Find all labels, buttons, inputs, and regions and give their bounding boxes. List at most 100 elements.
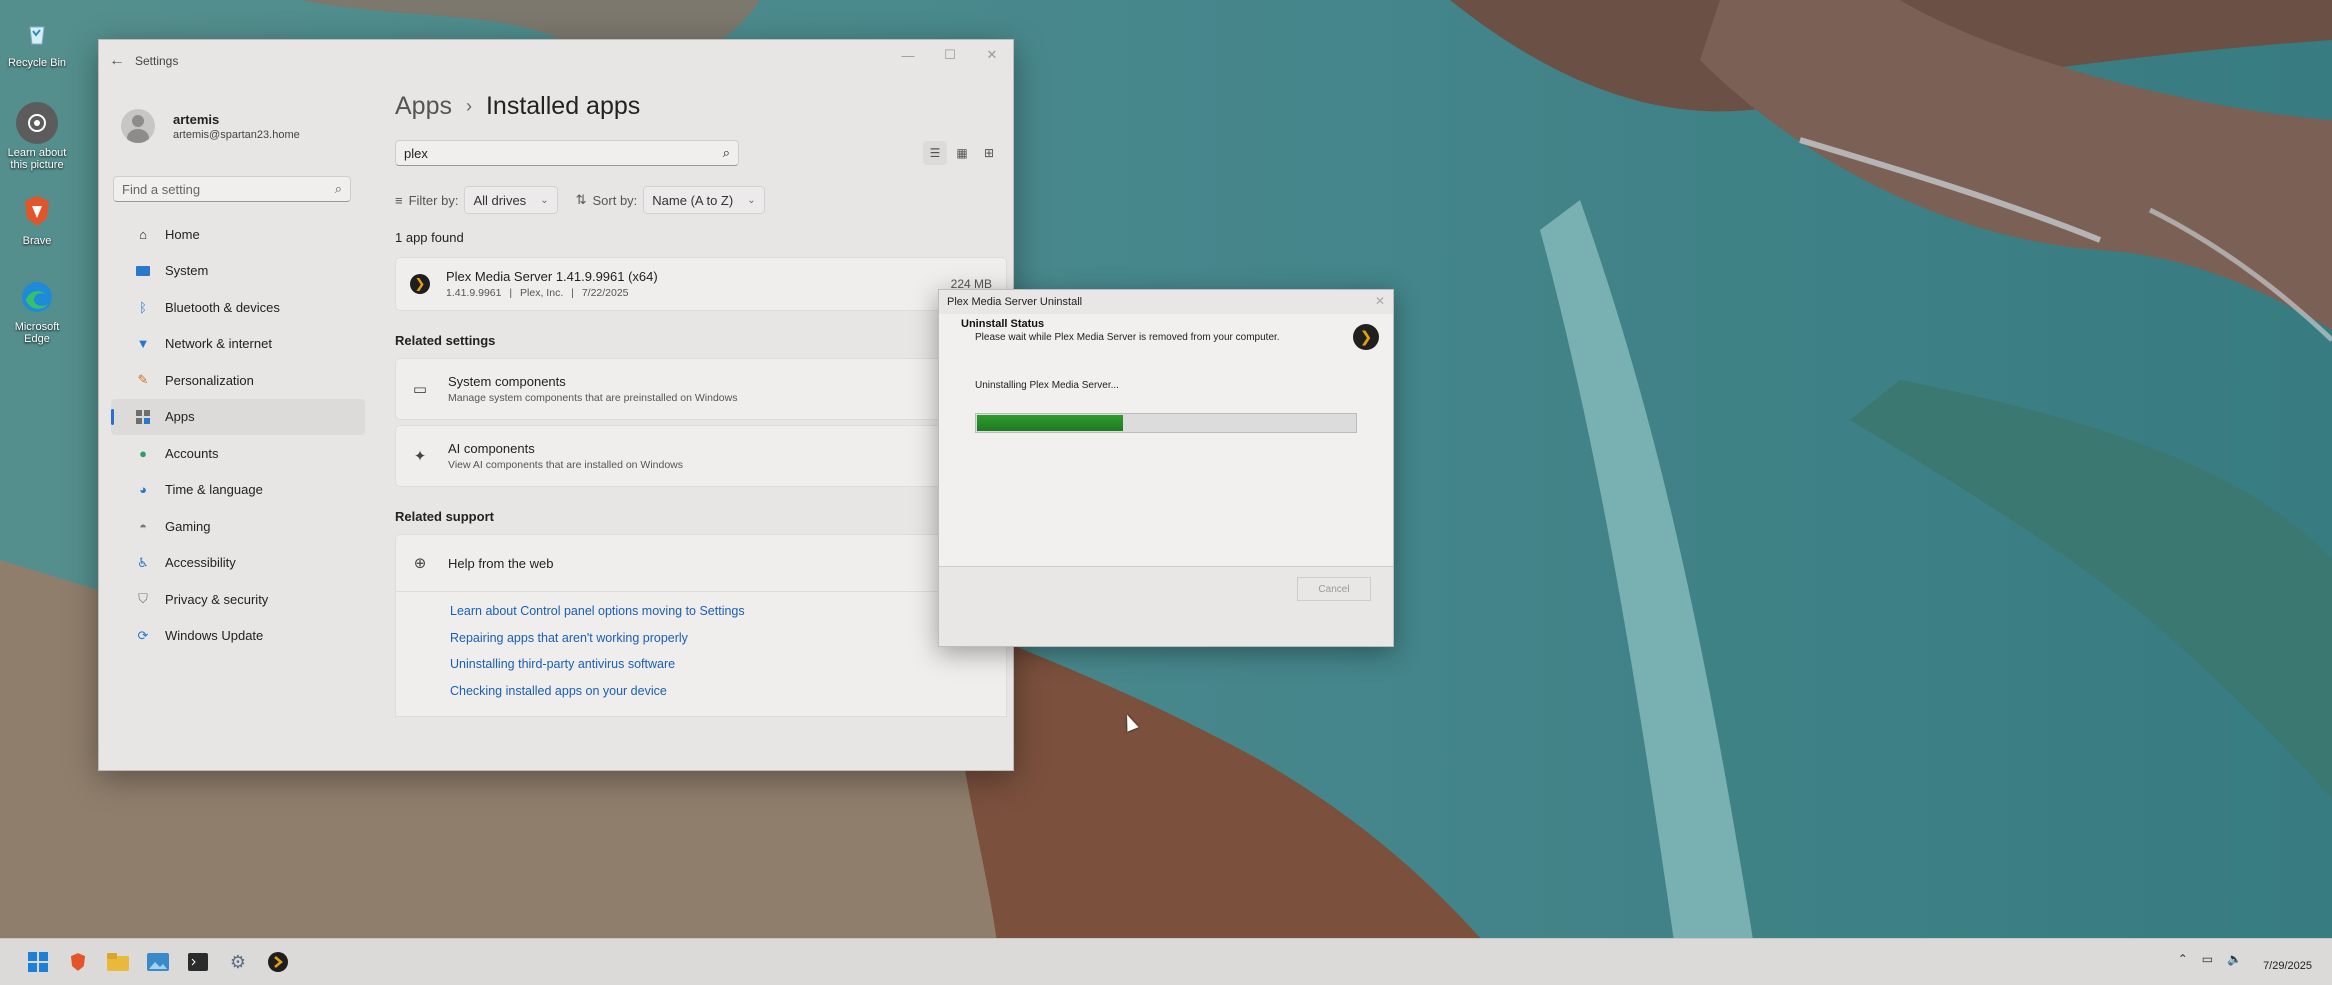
help-link[interactable]: Checking installed apps on your device <box>450 680 1006 707</box>
app-search-value: plex <box>404 145 428 161</box>
desktop-icon-learn-about-picture[interactable]: Learn about this picture <box>6 102 68 171</box>
desktop-icon-label: Brave <box>22 235 52 247</box>
globe-icon: ⊕ <box>413 555 427 572</box>
cancel-button[interactable]: Cancel <box>1297 577 1371 601</box>
dialog-close-icon[interactable]: ✕ <box>1375 294 1385 308</box>
accounts-icon: ● <box>139 445 147 461</box>
settings-gear-icon[interactable]: ⚙ <box>218 947 258 977</box>
filter-dropdown[interactable]: All drives ⌄ <box>464 186 558 214</box>
breadcrumb-parent[interactable]: Apps <box>395 92 452 121</box>
sidebar-item-accessibility[interactable]: ♿ Accessibility <box>111 545 365 582</box>
uninstall-status-text: Uninstalling Plex Media Server... <box>975 380 1119 391</box>
sidebar-item-label: Apps <box>165 409 195 425</box>
sidebar-item-label: Network & internet <box>165 336 272 352</box>
ai-components-link[interactable]: ✦ AI components View AI components that … <box>395 425 1007 487</box>
tile-view-icon[interactable]: ▦ <box>950 141 974 165</box>
help-link[interactable]: Learn about Control panel options moving… <box>450 600 1006 627</box>
start-icon[interactable] <box>18 947 58 977</box>
related-settings-heading: Related settings <box>395 333 496 348</box>
globe-clock-icon: ◕ <box>139 482 147 498</box>
plex-logo-icon: ❯ <box>1353 324 1379 350</box>
wifi-icon: ▼ <box>136 336 150 352</box>
dialog-heading: Uninstall Status <box>961 318 1045 330</box>
dialog-footer: Cancel <box>939 566 1393 609</box>
help-link[interactable]: Repairing apps that aren't working prope… <box>450 627 1006 654</box>
sidebar-item-network[interactable]: ▼ Network & internet <box>111 326 365 363</box>
window-title: Settings <box>135 54 179 68</box>
sidebar-item-label: System <box>165 263 209 279</box>
dialog-header: Uninstall Status Please wait while Plex … <box>939 314 1393 358</box>
brave-icon[interactable] <box>58 947 98 977</box>
sidebar-item-label: Personalization <box>165 372 254 388</box>
taskbar: ⚙ ⌃ ▭ 🔈 ​ 7/29/2025 <box>0 938 2332 985</box>
sidebar-item-windows-update[interactable]: ⟳ Windows Update <box>111 618 365 655</box>
filter-icon: ≡ <box>395 192 403 208</box>
sidebar-item-bluetooth[interactable]: ᛒ Bluetooth & devices <box>111 289 365 326</box>
uninstall-dialog: Plex Media Server Uninstall ✕ Uninstall … <box>938 289 1394 647</box>
user-profile[interactable]: artemis artemis@spartan23.home <box>99 82 369 156</box>
sidebar-item-system[interactable]: System <box>111 253 365 290</box>
volume-icon[interactable]: 🔈 <box>2227 952 2242 966</box>
update-icon: ⟳ <box>137 627 149 643</box>
chevron-up-icon[interactable]: ⌃ <box>2178 952 2188 966</box>
plex-icon[interactable] <box>258 947 298 977</box>
sidebar-item-privacy[interactable]: ⛉ Privacy & security <box>111 581 365 618</box>
close-button[interactable]: ✕ <box>971 40 1013 70</box>
photos-icon[interactable] <box>138 947 178 977</box>
sidebar-item-gaming[interactable]: ◓ Gaming <box>111 508 365 545</box>
accessibility-icon: ♿ <box>137 554 149 570</box>
sidebar-item-home[interactable]: ⌂ Home <box>111 216 365 253</box>
system-components-link[interactable]: ▭ System components Manage system compon… <box>395 358 1007 420</box>
chevron-right-icon: › <box>465 95 472 116</box>
filter-row: ≡ Filter by: All drives ⌄ ⇅ Sort by: Name… <box>395 186 1007 214</box>
sidebar-item-personalization[interactable]: ✎ Personalization <box>111 362 365 399</box>
filter-value: All drives <box>473 192 527 208</box>
sidebar-item-label: Home <box>165 226 200 242</box>
find-setting-input[interactable]: Find a setting ⌕ <box>113 176 351 202</box>
desktop-icon-brave[interactable]: Brave <box>6 190 68 247</box>
help-links: Learn about Control panel options moving… <box>395 592 1007 717</box>
sidebar-item-apps[interactable]: Apps <box>111 398 365 435</box>
sidebar-item-label: Accounts <box>165 445 219 461</box>
desktop-icon-label: Recycle Bin <box>7 57 67 69</box>
sidebar-item-accounts[interactable]: ● Accounts <box>111 435 365 472</box>
app-count: 1 app found <box>395 230 464 245</box>
app-meta: 1.41.9.9961 | Plex, Inc. | 7/22/2025 <box>446 287 629 299</box>
clock[interactable]: ​ 7/29/2025 <box>2263 945 2312 973</box>
settings-titlebar: ← Settings <box>99 40 1013 82</box>
sort-dropdown[interactable]: Name (A to Z) ⌄ <box>643 186 765 214</box>
settings-window: ← Settings — ☐ ✕ artemis artemis@spartan… <box>98 39 1014 771</box>
related-setting-subtitle: Manage system components that are preins… <box>448 392 738 404</box>
shield-icon: ⛉ <box>138 591 148 607</box>
help-from-web-expander[interactable]: ⊕ Help from the web <box>395 534 1007 592</box>
related-setting-title: AI components <box>448 441 535 456</box>
settings-content: Apps › Installed apps plex ⌕ ☰ ▦ ⊞ ≡ Fil… <box>395 82 1007 762</box>
app-name: Plex Media Server 1.41.9.9961 (x64) <box>446 269 658 284</box>
app-list-item[interactable]: ❯ Plex Media Server 1.41.9.9961 (x64) 1.… <box>395 257 1007 311</box>
camera-icon <box>16 102 58 144</box>
app-version: 1.41.9.9961 <box>446 287 502 299</box>
help-link[interactable]: Uninstalling third-party antivirus softw… <box>450 653 1006 680</box>
help-title: Help from the web <box>448 555 554 571</box>
recycle-bin-icon <box>16 12 58 54</box>
desktop-icon-recycle-bin[interactable]: Recycle Bin <box>6 12 68 69</box>
user-email: artemis@spartan23.home <box>173 128 300 141</box>
chevron-down-icon: ⌄ <box>747 194 756 206</box>
terminal-icon[interactable] <box>178 947 218 977</box>
app-search-input[interactable]: plex ⌕ <box>395 140 739 166</box>
user-name: artemis <box>173 111 220 127</box>
edge-icon <box>16 276 58 318</box>
desktop-icon-label: Learn about this picture <box>7 147 67 171</box>
file-explorer-icon[interactable] <box>98 947 138 977</box>
list-view-icon[interactable]: ☰ <box>923 141 947 165</box>
maximize-button[interactable]: ☐ <box>929 40 971 70</box>
desktop-icon-edge[interactable]: Microsoft Edge <box>6 276 68 345</box>
grid-view-icon[interactable]: ⊞ <box>977 141 1001 165</box>
minimize-button[interactable]: — <box>887 40 929 70</box>
filter-label: Filter by: <box>408 192 459 208</box>
back-arrow-icon[interactable]: ← <box>99 52 135 70</box>
find-setting-placeholder: Find a setting <box>122 181 201 197</box>
sidebar-item-time-language[interactable]: ◕ Time & language <box>111 472 365 509</box>
network-icon[interactable]: ▭ <box>2202 952 2213 966</box>
page-title: Installed apps <box>485 91 641 120</box>
